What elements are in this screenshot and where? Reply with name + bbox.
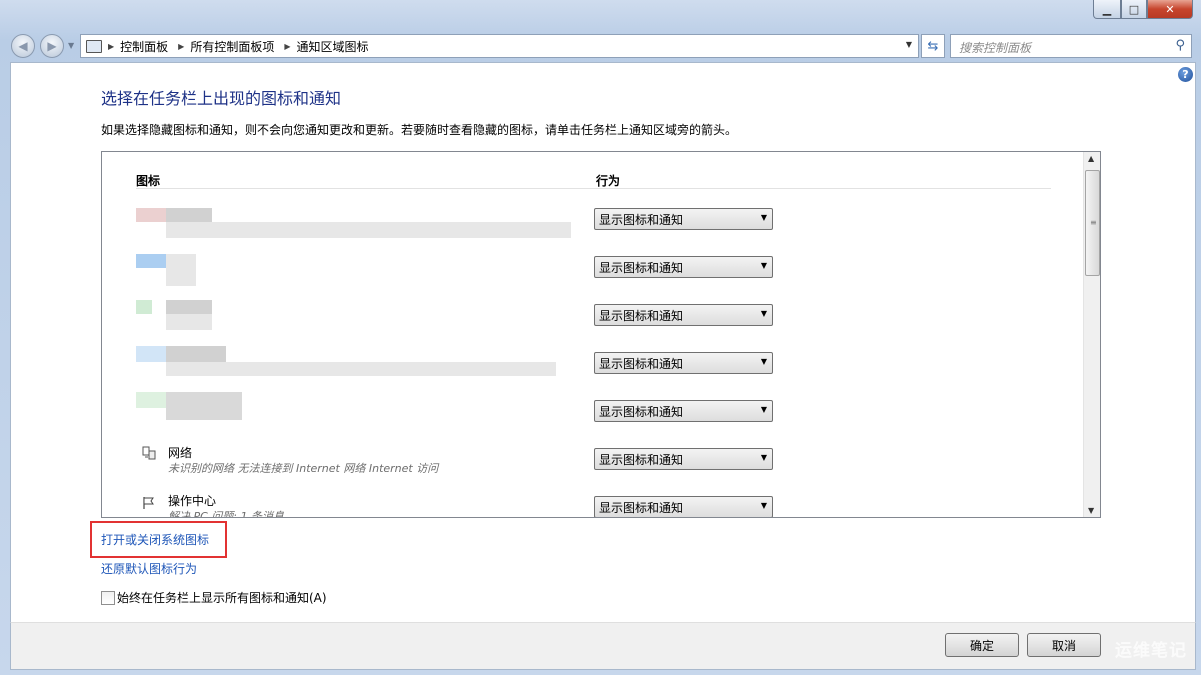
close-button[interactable]: ✕ xyxy=(1147,0,1193,19)
behavior-select-value: 显示图标和通知 xyxy=(599,452,684,467)
breadcrumb: ▶ 控制面板 ▶ 所有控制面板项 ▶ 通知区域图标 xyxy=(108,38,379,55)
maximize-button[interactable]: □ xyxy=(1121,0,1147,19)
list-item: 显示图标和通知 ▼ xyxy=(102,388,1082,436)
address-bar[interactable]: ▶ 控制面板 ▶ 所有控制面板项 ▶ 通知区域图标 ▼ xyxy=(80,34,919,58)
list-item: 操作中心 解决 PC 问题: 1 条消息 显示图标和通知 ▼ xyxy=(102,484,1082,518)
redacted-app-name xyxy=(166,254,196,286)
page-title: 选择在任务栏上出现的图标和通知 xyxy=(101,89,342,108)
scroll-up-icon[interactable]: ▲ xyxy=(1088,154,1094,163)
address-dropdown-icon[interactable]: ▼ xyxy=(906,40,912,49)
dialog-footer: 确定 取消 xyxy=(10,622,1196,670)
restore-defaults-link[interactable]: 还原默认图标行为 xyxy=(101,560,197,577)
help-icon[interactable]: ? xyxy=(1178,67,1193,82)
always-show-label[interactable]: 始终在任务栏上显示所有图标和通知(A) xyxy=(117,589,327,606)
behavior-select-value: 显示图标和通知 xyxy=(599,356,684,371)
search-box[interactable]: 搜索控制面板 ⚲ xyxy=(950,34,1192,58)
window-controls: ▁ □ ✕ xyxy=(1093,0,1193,19)
breadcrumb-notification-icons[interactable]: 通知区域图标 xyxy=(297,38,369,55)
redacted-app-detail xyxy=(166,314,212,330)
redacted-app-detail xyxy=(166,222,571,238)
behavior-select[interactable]: 显示图标和通知 ▼ xyxy=(594,448,773,470)
item-name: 操作中心 xyxy=(168,494,217,508)
behavior-select-value: 显示图标和通知 xyxy=(599,308,684,323)
recent-pages-dropdown-icon[interactable]: ▼ xyxy=(68,41,74,50)
app-icon xyxy=(136,346,166,362)
item-detail: 未识别的网络 无法连接到 Internet 网络 Internet 访问 xyxy=(168,462,439,475)
redacted-app-name xyxy=(166,346,226,362)
behavior-select-value: 显示图标和通知 xyxy=(599,404,684,419)
behavior-select[interactable]: 显示图标和通知 ▼ xyxy=(594,352,773,374)
item-name: 网络 xyxy=(168,446,193,460)
chevron-down-icon: ▼ xyxy=(760,453,767,462)
redacted-app-detail xyxy=(166,362,556,376)
behavior-select-value: 显示图标和通知 xyxy=(599,212,684,227)
search-placeholder: 搜索控制面板 xyxy=(959,41,1032,55)
chevron-down-icon: ▼ xyxy=(760,501,767,510)
flag-icon xyxy=(143,497,154,509)
column-header-behavior: 行为 xyxy=(596,174,621,188)
scrollbar-thumb[interactable]: ≡ xyxy=(1085,170,1100,276)
column-header-icon: 图标 xyxy=(136,174,161,188)
list-item: 网络 未识别的网络 无法连接到 Internet 网络 Internet 访问 … xyxy=(102,436,1082,484)
breadcrumb-separator-icon[interactable]: ▶ xyxy=(284,42,290,51)
network-icon xyxy=(142,446,156,460)
item-detail: 解决 PC 问题: 1 条消息 xyxy=(168,510,285,518)
minimize-button[interactable]: ▁ xyxy=(1093,0,1121,19)
refresh-button[interactable]: ⇆ xyxy=(921,34,945,58)
watermark: 运维笔记 xyxy=(1115,641,1187,661)
list-item: 显示图标和通知 ▼ xyxy=(102,340,1082,388)
chevron-down-icon: ▼ xyxy=(760,261,767,270)
cancel-button[interactable]: 取消 xyxy=(1027,633,1101,657)
header-divider xyxy=(136,188,1051,189)
list-scrollbar[interactable]: ▲ ≡ ▼ xyxy=(1083,152,1100,517)
system-icons-link[interactable]: 打开或关闭系统图标 xyxy=(101,531,209,548)
breadcrumb-separator-icon[interactable]: ▶ xyxy=(178,42,184,51)
chevron-down-icon: ▼ xyxy=(760,213,767,222)
chevron-down-icon: ▼ xyxy=(760,357,767,366)
search-icon[interactable]: ⚲ xyxy=(1175,38,1185,53)
app-icon xyxy=(136,300,152,314)
navigation-bar: ◀ ▶ ▼ ▶ 控制面板 ▶ 所有控制面板项 ▶ 通知区域图标 ▼ ⇆ 搜索控制… xyxy=(0,32,1201,58)
redacted-app-name xyxy=(166,300,212,314)
app-icon xyxy=(136,254,166,268)
refresh-icon: ⇆ xyxy=(927,38,939,54)
redacted-app-name xyxy=(166,392,242,420)
computer-icon xyxy=(86,39,102,53)
breadcrumb-all-items[interactable]: 所有控制面板项 xyxy=(190,38,274,55)
chevron-down-icon: ▼ xyxy=(760,405,767,414)
forward-button[interactable]: ▶ xyxy=(40,34,64,58)
scroll-down-icon[interactable]: ▼ xyxy=(1088,506,1094,515)
behavior-select[interactable]: 显示图标和通知 ▼ xyxy=(594,496,773,517)
list-item: 显示图标和通知 ▼ xyxy=(102,292,1082,340)
behavior-select[interactable]: 显示图标和通知 ▼ xyxy=(594,304,773,326)
app-icon xyxy=(136,208,166,222)
behavior-select-value: 显示图标和通知 xyxy=(599,500,684,515)
list-item: 显示图标和通知 ▼ xyxy=(102,196,1082,244)
title-bar: ▁ □ ✕ xyxy=(0,0,1201,30)
ok-button[interactable]: 确定 xyxy=(945,633,1019,657)
behavior-select-value: 显示图标和通知 xyxy=(599,260,684,275)
content-panel: ? 选择在任务栏上出现的图标和通知 如果选择隐藏图标和通知，则不会向您通知更改和… xyxy=(10,62,1196,623)
notification-icons-list[interactable]: 图标 行为 显示图标和通知 ▼ 显示图标和通知 ▼ 显示图标和通知 ▼ 显示图标… xyxy=(101,151,1101,518)
back-button[interactable]: ◀ xyxy=(11,34,35,58)
grip-icon: ≡ xyxy=(1090,218,1097,227)
always-show-checkbox[interactable] xyxy=(101,591,115,605)
redacted-app-name xyxy=(166,208,212,222)
chevron-down-icon: ▼ xyxy=(760,309,767,318)
page-description: 如果选择隐藏图标和通知，则不会向您通知更改和更新。若要随时查看隐藏的图标，请单击… xyxy=(101,123,738,137)
behavior-select[interactable]: 显示图标和通知 ▼ xyxy=(594,208,773,230)
breadcrumb-control-panel[interactable]: 控制面板 xyxy=(120,38,168,55)
window-frame: ▁ □ ✕ ◀ ▶ ▼ ▶ 控制面板 ▶ 所有控制面板项 ▶ 通知区域图标 ▼ … xyxy=(0,0,1201,675)
behavior-select[interactable]: 显示图标和通知 ▼ xyxy=(594,256,773,278)
behavior-select[interactable]: 显示图标和通知 ▼ xyxy=(594,400,773,422)
breadcrumb-separator-icon[interactable]: ▶ xyxy=(108,42,114,51)
app-icon xyxy=(136,392,166,408)
list-item: 显示图标和通知 ▼ xyxy=(102,244,1082,292)
